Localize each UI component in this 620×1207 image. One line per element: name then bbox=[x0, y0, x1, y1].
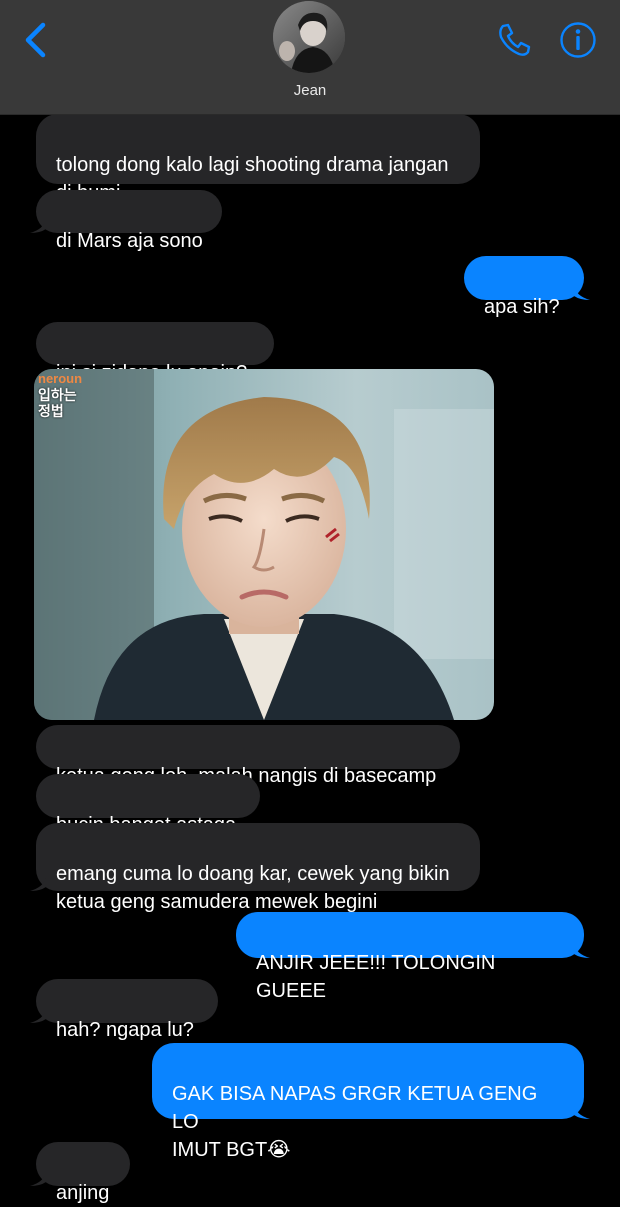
conversation-header: Jean bbox=[0, 0, 620, 115]
message-bubble-received[interactable]: emang cuma lo doang kar, cewek yang biki… bbox=[30, 823, 480, 913]
message-image[interactable]: neroun 입하는 정법 bbox=[34, 369, 494, 720]
contact-name[interactable]: Jean bbox=[0, 82, 620, 99]
message-bubble-received[interactable]: hah? ngapa lu? bbox=[30, 979, 218, 1041]
message-bubble-received[interactable]: ini si zidane lu apain? bbox=[36, 322, 274, 384]
message-bubble-received[interactable]: anjing bbox=[30, 1142, 130, 1204]
bubble-tail bbox=[574, 1105, 590, 1119]
message-bubble-sent[interactable]: apa sih? bbox=[464, 256, 590, 318]
call-button[interactable] bbox=[494, 20, 534, 60]
message-text: emang cuma lo doang kar, cewek yang biki… bbox=[56, 863, 450, 913]
chevron-left-icon bbox=[25, 22, 46, 58]
bubble-tail bbox=[574, 944, 590, 958]
image-watermark: neroun bbox=[38, 371, 83, 386]
message-text: GAK BISA NAPAS GRGR KETUA GENG LO IMUT B… bbox=[172, 1083, 538, 1161]
message-bubble-sent[interactable]: GAK BISA NAPAS GRGR KETUA GENG LO IMUT B… bbox=[152, 1043, 590, 1161]
message-text: di Mars aja sono bbox=[56, 230, 203, 252]
message-text: anjing bbox=[56, 1182, 110, 1204]
message-text: ANJIR JEEE!!! TOLONGIN GUEEE bbox=[256, 952, 496, 1002]
message-text: apa sih? bbox=[484, 296, 560, 318]
contact-avatar[interactable] bbox=[273, 1, 345, 73]
message-bubble-received[interactable]: tolong dong kalo lagi shooting drama jan… bbox=[36, 114, 480, 204]
back-button[interactable] bbox=[18, 22, 52, 58]
message-bubble-sent[interactable]: ANJIR JEEE!!! TOLONGIN GUEEE bbox=[236, 912, 590, 1002]
bubble-tail bbox=[30, 1172, 46, 1186]
bubble-tail bbox=[30, 1009, 46, 1023]
bubble-tail bbox=[30, 877, 46, 891]
message-bubble-received[interactable]: bucin banget astaga bbox=[36, 774, 260, 836]
info-button[interactable] bbox=[558, 20, 598, 60]
message-bubble-received[interactable]: ketua geng loh, malah nangis di basecamp bbox=[36, 725, 460, 787]
message-text: hah? ngapa lu? bbox=[56, 1019, 194, 1041]
image-caption-overlay: 입하는 정법 bbox=[38, 387, 77, 419]
info-icon bbox=[560, 22, 596, 58]
message-bubble-received[interactable]: di Mars aja sono bbox=[30, 190, 222, 252]
bubble-tail bbox=[30, 219, 46, 233]
phone-icon bbox=[499, 23, 531, 56]
bubble-tail bbox=[574, 286, 590, 300]
